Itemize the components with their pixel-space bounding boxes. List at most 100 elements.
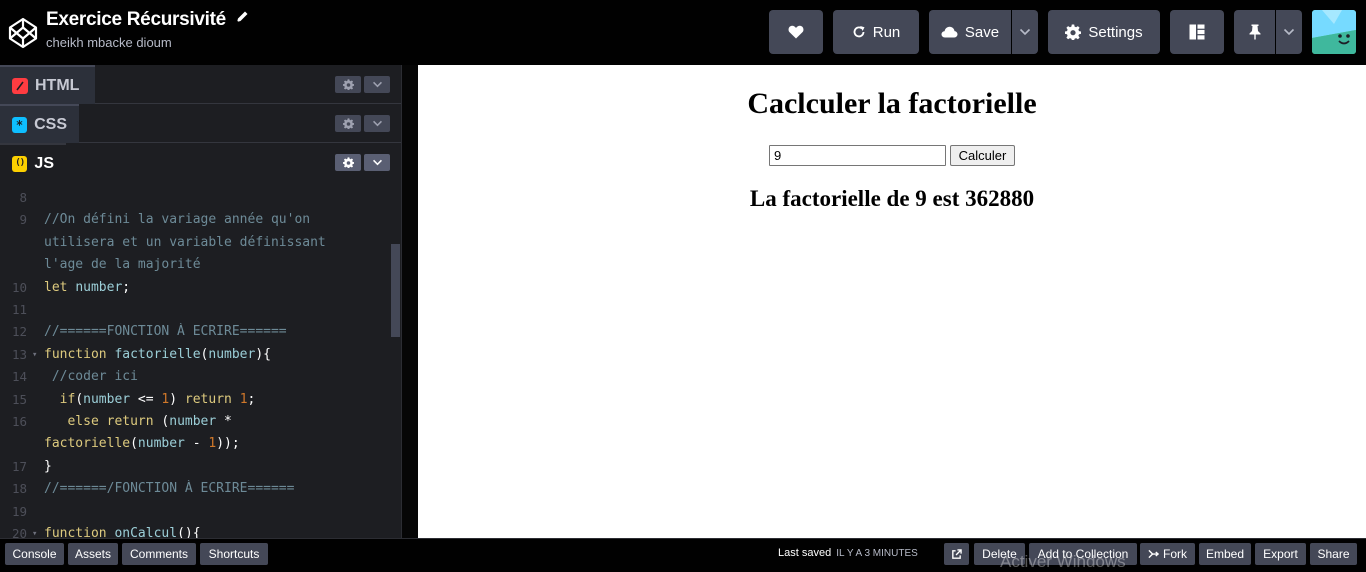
fold-arrow-icon[interactable]: ▾ (32, 523, 37, 538)
pin-options-dropdown[interactable] (1276, 10, 1302, 54)
css-collapse-button[interactable] (364, 115, 390, 132)
comments-button[interactable]: Comments (122, 543, 196, 565)
bottom-bar: Console Assets Comments Shortcuts Last s… (0, 538, 1366, 571)
change-view-button[interactable] (1170, 10, 1224, 54)
user-avatar[interactable] (1312, 10, 1356, 54)
code-text: function onCalcul(){ (44, 523, 201, 538)
fork-button[interactable]: Fork (1140, 543, 1195, 565)
shortcuts-button[interactable]: Shortcuts (200, 543, 268, 565)
code-token: ( (153, 414, 170, 429)
pin-button[interactable] (1234, 10, 1275, 54)
avatar-image-icon (1312, 10, 1356, 54)
js-editor-tab[interactable]: () JS (0, 143, 66, 182)
gear-icon (342, 157, 354, 168)
line-number: 8 (19, 190, 27, 205)
pin-icon (1249, 24, 1260, 40)
code-token: return (184, 391, 232, 407)
share-button[interactable]: Share (1310, 543, 1357, 565)
code-line[interactable]: 15 if(number <= 1) return 1; (0, 389, 390, 411)
js-collapse-button[interactable] (364, 154, 390, 171)
fold-arrow-icon[interactable]: ▾ (32, 344, 37, 366)
code-text: utilisera et un variable définissant (44, 232, 326, 254)
line-number: 12 (11, 324, 27, 340)
code-line[interactable]: 9 //On défini la variage année qu'on (0, 209, 390, 231)
code-editor-pane: HTML * CSS () JS 8 9 //On défini la vari… (0, 65, 401, 538)
embed-button[interactable]: Embed (1199, 543, 1251, 565)
code-line[interactable]: 11 (0, 299, 390, 321)
code-line[interactable]: 18 //======/FONCTION À ECRIRE====== (0, 478, 390, 500)
save-button[interactable]: Save (929, 10, 1011, 54)
code-text: if(number <= 1) return 1; (44, 389, 256, 411)
code-line[interactable]: factorielle(number - 1)); (0, 433, 390, 455)
code-line[interactable]: utilisera et un variable définissant (0, 232, 390, 254)
open-in-new-window-button[interactable] (944, 543, 969, 565)
code-text: //coder ici (44, 366, 138, 388)
chevron-down-icon (372, 159, 382, 166)
html-collapse-button[interactable] (364, 76, 390, 93)
code-scrollbar[interactable] (391, 244, 400, 337)
code-token: (){ (177, 526, 201, 538)
code-text: factorielle(number - 1)); (44, 433, 240, 455)
code-line[interactable]: 12 //======FONCTION À ECRIRE====== (0, 321, 390, 343)
code-token: else (67, 414, 99, 429)
chevron-down-icon (1283, 28, 1295, 36)
code-token: factorielle (114, 346, 201, 362)
last-saved-time: IL Y A 3 MINUTES (836, 548, 918, 559)
code-line[interactable]: 16 else return (number * (0, 411, 390, 433)
line-number: 9 (19, 212, 27, 228)
pen-title[interactable]: Exercice Récursivité (46, 9, 226, 31)
js-icon: () (12, 155, 28, 172)
js-editor-header: () JS (0, 143, 401, 182)
author-name[interactable]: cheikh mbacke dioum (46, 35, 249, 50)
js-code-area[interactable]: 8 9 //On défini la variage année qu'on util… (0, 182, 390, 538)
line-number: 17 (11, 458, 27, 474)
code-line[interactable]: 14 //coder ici (0, 366, 390, 388)
console-button[interactable]: Console (5, 543, 64, 565)
code-line[interactable]: 19 (0, 501, 390, 523)
export-button[interactable]: Export (1255, 543, 1306, 565)
code-token: number (75, 279, 123, 295)
number-input[interactable]: 9 (769, 145, 946, 166)
code-token: ( (130, 436, 138, 452)
like-button[interactable] (769, 10, 823, 54)
assets-button[interactable]: Assets (68, 543, 118, 565)
code-text: } (44, 456, 52, 478)
html-editor-tab[interactable]: HTML (0, 65, 95, 104)
add-to-collection-button[interactable]: Add to Collection (1029, 543, 1137, 565)
pencil-edit-icon[interactable] (235, 10, 249, 24)
js-settings-button[interactable] (335, 154, 361, 171)
code-line[interactable]: 20 ▾ function onCalcul(){ (0, 523, 390, 538)
run-button[interactable]: Run (833, 10, 919, 54)
code-token: 1 (239, 391, 248, 407)
code-line[interactable]: l'age de la majorité (0, 254, 390, 276)
html-tab-label: HTML (35, 76, 80, 94)
css-tab-label: CSS (34, 115, 67, 133)
settings-label: Settings (1088, 23, 1143, 41)
css-editor-tab[interactable]: * CSS (0, 104, 79, 143)
code-line[interactable]: 10 let number; (0, 277, 390, 299)
code-line[interactable]: 17} (0, 456, 390, 478)
save-options-dropdown[interactable] (1012, 10, 1038, 54)
css-icon: * (12, 116, 28, 133)
code-line[interactable]: 13 ▾ function factorielle(number){ (0, 344, 390, 366)
code-token: number (83, 391, 131, 407)
code-token: utilisera et un variable définissant (44, 234, 326, 250)
code-token: - (184, 436, 209, 452)
code-line[interactable]: 8 (0, 187, 390, 209)
settings-button[interactable]: Settings (1048, 10, 1160, 54)
pane-resizer[interactable] (401, 65, 418, 538)
html-settings-button[interactable] (335, 76, 361, 93)
last-saved-label: Last saved (778, 547, 832, 559)
delete-button[interactable]: Delete (974, 543, 1025, 565)
css-settings-button[interactable] (335, 115, 361, 132)
codepen-logo-icon[interactable] (8, 17, 38, 49)
line-number: 15 (11, 391, 27, 407)
fork-icon (1148, 549, 1159, 559)
code-text: //======FONCTION À ECRIRE====== (44, 321, 287, 343)
html-icon (12, 77, 28, 94)
js-tab-label: JS (34, 154, 54, 172)
calculate-button[interactable]: Calculer (950, 145, 1015, 166)
code-text: //======/FONCTION À ECRIRE====== (44, 478, 294, 500)
